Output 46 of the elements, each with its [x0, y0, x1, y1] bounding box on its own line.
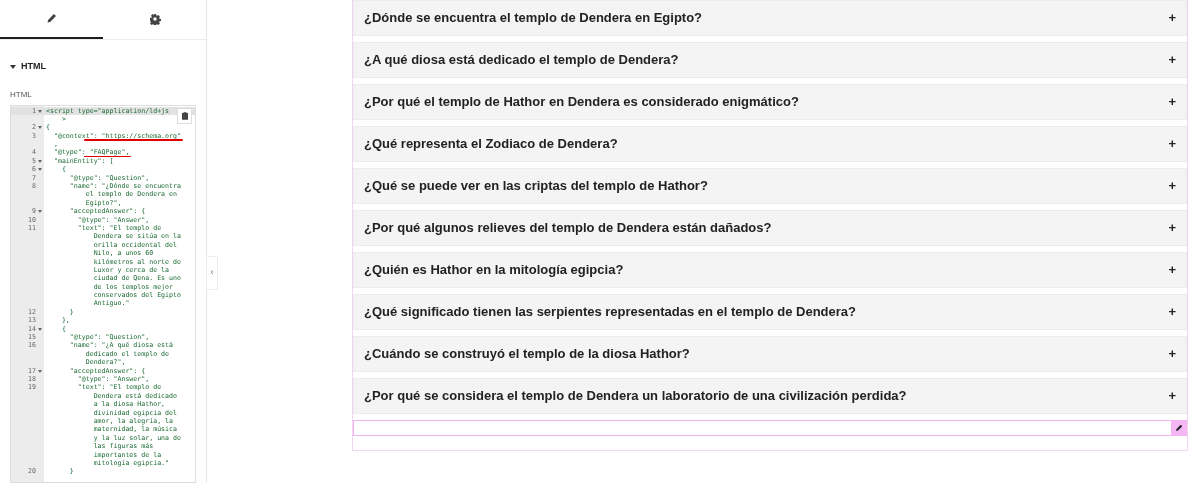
expand-toggle[interactable]: +	[1168, 50, 1176, 70]
expand-toggle[interactable]: +	[1168, 218, 1176, 238]
field-label: HTML	[10, 88, 32, 101]
edit-button[interactable]	[1171, 420, 1187, 436]
fold-arrow-icon[interactable]	[38, 210, 42, 214]
faq-item[interactable]: ¿Por qué algunos relieves del templo de Dendera están dañados? +	[353, 210, 1187, 246]
expand-toggle[interactable]: +	[1168, 176, 1176, 196]
expand-toggle[interactable]: +	[1168, 302, 1176, 322]
expand-toggle[interactable]: +	[1168, 8, 1176, 28]
faq-item[interactable]: ¿Qué se puede ver en las criptas del templo de Hathor? +	[353, 168, 1187, 204]
faq-item[interactable]: ¿A qué diosa está dedicado el templo de Dendera? +	[353, 42, 1187, 78]
fold-arrow-icon[interactable]	[38, 327, 42, 331]
faq-item[interactable]: ¿Por qué se considera el templo de Dendera un laboratorio de una civilización perdida? +	[353, 378, 1187, 414]
collapse-handle[interactable]: ‹	[206, 256, 218, 290]
section-toggle[interactable]: HTML	[10, 60, 46, 74]
faq-item[interactable]: ¿Por qué el templo de Hathor en Dendera es considerado enigmático? +	[353, 84, 1187, 120]
fold-arrow-icon[interactable]	[38, 168, 42, 172]
pencil-icon	[1175, 424, 1183, 432]
fold-arrow-icon[interactable]	[38, 369, 42, 373]
faq-question: ¿Por qué algunos relieves del templo de Dendera están dañados?	[364, 219, 772, 238]
faq-question: ¿A qué diosa está dedicado el templo de Dendera?	[364, 51, 679, 70]
expand-toggle[interactable]: +	[1168, 92, 1176, 112]
faq-item[interactable]: ¿Cuándo se construyó el templo de la diosa Hathor? +	[353, 336, 1187, 372]
faq-question: ¿Qué significado tienen las serpientes representadas en el templo de Dendera?	[364, 303, 856, 322]
faq-item[interactable]: ¿Qué representa el Zodiaco de Dendera? +	[353, 126, 1187, 162]
expand-toggle[interactable]: +	[1168, 344, 1176, 364]
faq-item[interactable]: ¿Qué significado tienen las serpientes representadas en el templo de Dendera? +	[353, 294, 1187, 330]
settings-icon	[148, 12, 161, 25]
pencil-icon	[46, 13, 57, 24]
faq-question: ¿Quién es Hathor en la mitología egipcia?	[364, 261, 624, 280]
faq-item[interactable]: ¿Quién es Hathor en la mitología egipcia? +	[353, 252, 1187, 288]
faq-question: ¿Por qué el templo de Hathor en Dendera es considerado enigmático?	[364, 93, 799, 112]
faq-item[interactable]: ¿Dónde se encuentra el templo de Dendera en Egipto? +	[353, 0, 1187, 36]
clipboard-icon	[181, 111, 188, 120]
faq-question: ¿Qué representa el Zodiaco de Dendera?	[364, 135, 618, 154]
expand-toggle[interactable]: +	[1168, 386, 1176, 406]
faq-question: ¿Dónde se encuentra el templo de Dendera en Egipto?	[364, 9, 703, 28]
faq-question: ¿Qué se puede ver en las criptas del templo de Hathor?	[364, 177, 708, 196]
faq-question: ¿Cuándo se construyó el templo de la diosa Hathor?	[364, 345, 690, 364]
fold-arrow-icon[interactable]	[38, 109, 42, 113]
fold-arrow-icon[interactable]	[38, 159, 42, 163]
faq-question: ¿Por qué se considera el templo de Dendera un laboratorio de una civilización perdida?	[364, 387, 907, 406]
fold-arrow-icon[interactable]	[38, 126, 42, 130]
expand-toggle[interactable]: +	[1168, 134, 1176, 154]
annotation-underline	[84, 155, 132, 158]
expand-toggle[interactable]: +	[1168, 260, 1176, 280]
